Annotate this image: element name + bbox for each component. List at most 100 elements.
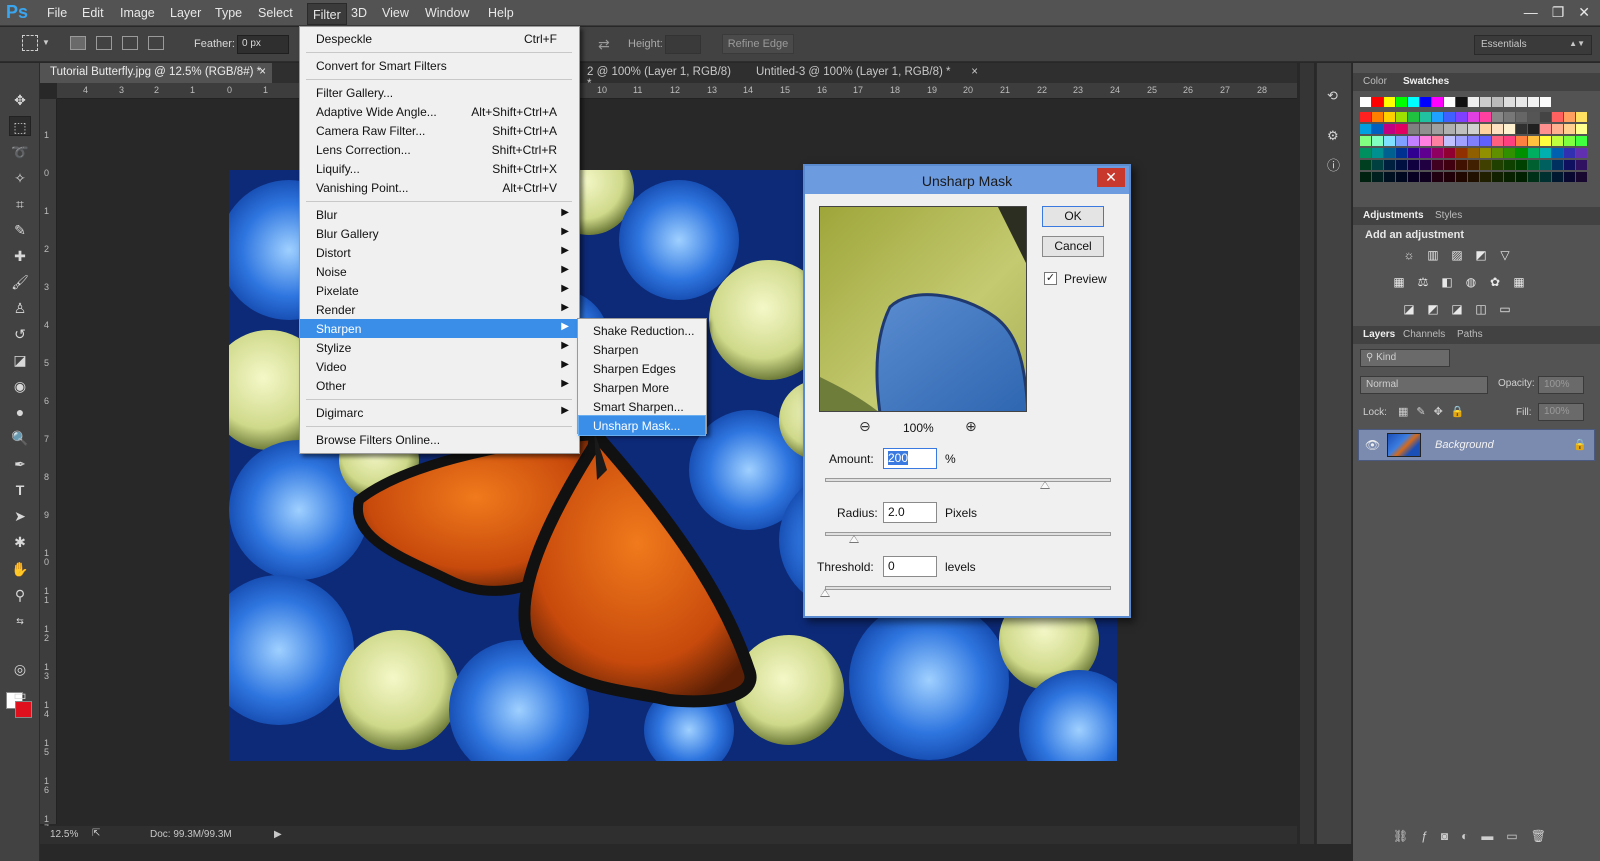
menu-file[interactable]: File	[47, 6, 67, 20]
color-swatch[interactable]	[1396, 136, 1407, 146]
properties-icon[interactable]: ⚙	[1327, 128, 1339, 144]
filter-menu-item-other[interactable]: Other ▶	[300, 376, 579, 395]
dialog-preview-image[interactable]	[819, 206, 1027, 412]
marquee-tool-preset-icon[interactable]	[22, 35, 38, 51]
color-swatch[interactable]	[1408, 136, 1419, 146]
color-swatch[interactable]	[1456, 97, 1467, 107]
close-tab-icon[interactable]: ×	[259, 66, 266, 78]
color-swatch[interactable]	[1504, 160, 1515, 170]
color-swatch[interactable]	[1504, 172, 1515, 182]
color-swatch[interactable]	[1432, 148, 1443, 158]
tab-styles[interactable]: Styles	[1435, 210, 1462, 221]
color-swatch[interactable]	[1408, 97, 1419, 107]
color-swatch[interactable]	[1372, 112, 1383, 122]
color-swatch[interactable]	[1480, 97, 1491, 107]
color-swatch[interactable]	[1480, 124, 1491, 134]
amount-input[interactable]: 200	[883, 448, 937, 469]
exposure-icon[interactable]: ◩	[1473, 248, 1489, 262]
color-swatch[interactable]	[1504, 97, 1515, 107]
chevron-down-icon[interactable]: ▼	[42, 38, 50, 47]
amount-slider-thumb[interactable]	[1040, 481, 1051, 489]
hue-saturation-icon[interactable]: ▦	[1391, 275, 1407, 289]
eyedropper-icon[interactable]: ✎	[9, 220, 31, 240]
color-swatch[interactable]	[1444, 136, 1455, 146]
color-swatch[interactable]	[1528, 172, 1539, 182]
color-swatch[interactable]	[1420, 136, 1431, 146]
height-input[interactable]	[665, 35, 701, 54]
color-swatch[interactable]	[1576, 172, 1587, 182]
brush-icon[interactable]: 🖌	[9, 272, 31, 292]
filter-menu-item-vanishing-point[interactable]: Vanishing Point... Alt+Ctrl+V	[300, 178, 579, 197]
color-swatch[interactable]	[1384, 148, 1395, 158]
history-icon[interactable]: ⟲	[1327, 88, 1338, 104]
menu-image[interactable]: Image	[120, 6, 155, 20]
subtract-selection-icon[interactable]	[122, 36, 138, 50]
paint-bucket-icon[interactable]: ◉	[9, 376, 31, 396]
color-swatch[interactable]	[1360, 148, 1371, 158]
color-swatch[interactable]	[1468, 112, 1479, 122]
status-arrow-icon[interactable]: ▶	[274, 829, 282, 840]
color-swatch[interactable]	[1456, 160, 1467, 170]
color-swatch[interactable]	[1444, 112, 1455, 122]
brightness-icon[interactable]: ☼	[1401, 248, 1417, 262]
color-swatch[interactable]	[1540, 97, 1551, 107]
color-swatch[interactable]	[1540, 148, 1551, 158]
color-swatch[interactable]	[1492, 160, 1503, 170]
rectangular-marquee-icon[interactable]: ⬚	[9, 116, 31, 136]
color-swatch[interactable]	[1552, 136, 1563, 146]
preview-checkbox[interactable]: ✓	[1044, 272, 1057, 285]
color-balance-icon[interactable]: ⚖	[1415, 275, 1431, 289]
color-swatch[interactable]	[1492, 124, 1503, 134]
color-swatch[interactable]	[1384, 124, 1395, 134]
radius-slider-track[interactable]	[825, 532, 1111, 536]
color-swatch[interactable]	[1360, 172, 1371, 182]
menu-edit[interactable]: Edit	[82, 6, 104, 20]
color-swatch[interactable]	[1576, 136, 1587, 146]
ok-button[interactable]: OK	[1042, 206, 1104, 227]
tab-adjustments[interactable]: Adjustments	[1363, 210, 1424, 221]
type-tool-icon[interactable]: T	[9, 480, 31, 500]
color-swatch[interactable]	[1420, 160, 1431, 170]
color-swatch[interactable]	[1372, 97, 1383, 107]
color-swatch[interactable]	[1372, 160, 1383, 170]
color-swatch[interactable]	[1492, 148, 1503, 158]
color-swatch[interactable]	[1396, 124, 1407, 134]
color-swatch[interactable]	[1564, 160, 1575, 170]
color-swatch[interactable]	[1360, 112, 1371, 122]
sharpen-item-shake-reduction[interactable]: Shake Reduction...	[579, 321, 705, 340]
color-swatch[interactable]	[1480, 172, 1491, 182]
color-swatch[interactable]	[1576, 112, 1587, 122]
intersect-selection-icon[interactable]	[148, 36, 164, 50]
color-swatch[interactable]	[1468, 136, 1479, 146]
menu-view[interactable]: View	[382, 6, 409, 20]
color-swatch[interactable]	[1444, 160, 1455, 170]
color-swatch[interactable]	[1516, 136, 1527, 146]
color-swatch[interactable]	[1432, 97, 1443, 107]
color-swatch[interactable]	[1504, 112, 1515, 122]
quick-mask-icon[interactable]: ◎	[9, 659, 31, 679]
swap-colors-icon[interactable]: ⇆	[9, 611, 31, 631]
sharpen-item-sharpen[interactable]: Sharpen	[579, 340, 705, 359]
color-swatch[interactable]	[1384, 112, 1395, 122]
layer-kind-filter[interactable]: ⚲ Kind	[1360, 349, 1450, 367]
color-swatch[interactable]	[1492, 112, 1503, 122]
color-swatch[interactable]	[1444, 172, 1455, 182]
magic-wand-icon[interactable]: ✧	[9, 168, 31, 188]
color-swatch[interactable]	[1552, 112, 1563, 122]
menu-window[interactable]: Window	[425, 6, 469, 20]
vibrance-icon[interactable]: ▽	[1497, 248, 1513, 262]
color-swatch[interactable]	[1480, 160, 1491, 170]
filter-menu-item-pixelate[interactable]: Pixelate ▶	[300, 281, 579, 300]
color-swatch[interactable]	[1528, 160, 1539, 170]
filter-menu-item-distort[interactable]: Distort ▶	[300, 243, 579, 262]
color-swatch[interactable]	[1468, 160, 1479, 170]
color-swatch[interactable]	[1396, 112, 1407, 122]
vertical-scrollbar[interactable]	[1300, 63, 1314, 844]
sharpen-item-unsharp-mask[interactable]: Unsharp Mask...	[578, 415, 706, 436]
menu-3d[interactable]: 3D	[351, 6, 367, 20]
lock-icons[interactable]: ▦✎✥🔒	[1398, 405, 1473, 418]
color-swatch[interactable]	[1516, 112, 1527, 122]
color-swatch[interactable]	[1528, 112, 1539, 122]
levels-icon[interactable]: ▥	[1425, 248, 1441, 262]
filter-menu-item-browse-filters-online[interactable]: Browse Filters Online...	[300, 430, 579, 449]
